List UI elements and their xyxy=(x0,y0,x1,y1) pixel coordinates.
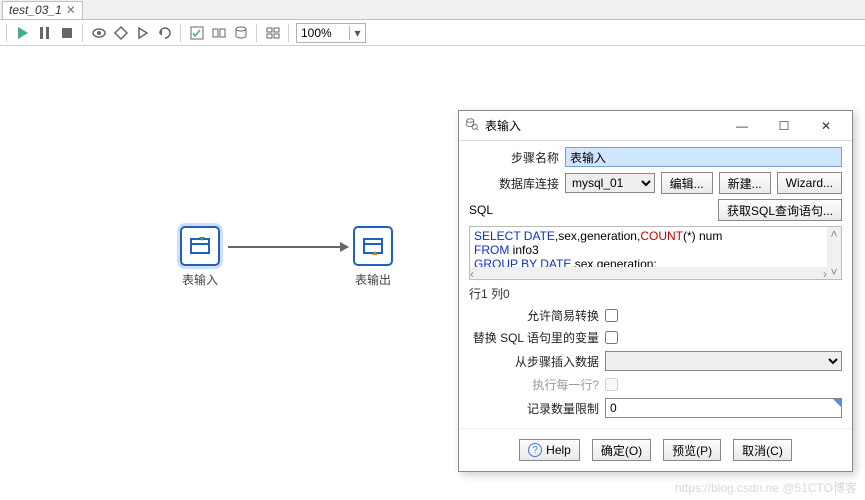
node-table-output[interactable]: 表输出 xyxy=(353,226,393,288)
exec-each-checkbox xyxy=(605,378,618,391)
dialog-titlebar[interactable]: 表输入 — ☐ ✕ xyxy=(459,111,852,141)
play-debug-icon[interactable] xyxy=(134,24,152,42)
scrollbar-horizontal[interactable]: ‹› xyxy=(470,267,827,279)
replace-vars-checkbox[interactable] xyxy=(605,331,618,344)
from-step-select[interactable] xyxy=(605,351,842,371)
help-button[interactable]: ? Help xyxy=(519,439,580,461)
table-input-icon xyxy=(180,226,220,266)
dialog-title: 表输入 xyxy=(485,117,521,134)
exec-each-label: 执行每一行? xyxy=(469,376,599,393)
debug-icon[interactable] xyxy=(112,24,130,42)
table-input-dialog: 表输入 — ☐ ✕ 步骤名称 数据库连接 mysql_01 编辑... 新建..… xyxy=(458,110,853,472)
edit-conn-button[interactable]: 编辑... xyxy=(661,172,713,194)
help-icon: ? xyxy=(528,443,542,457)
variable-indicator-icon[interactable] xyxy=(833,399,841,407)
node-label: 表输出 xyxy=(355,271,391,288)
toolbar: ▾ xyxy=(0,20,865,46)
from-step-label: 从步骤插入数据 xyxy=(469,353,599,370)
get-sql-button[interactable]: 获取SQL查询语句... xyxy=(718,199,842,221)
cancel-button[interactable]: 取消(C) xyxy=(733,439,792,461)
zoom-combo[interactable]: ▾ xyxy=(296,23,366,43)
wizard-button[interactable]: Wizard... xyxy=(777,172,842,194)
allow-simple-checkbox[interactable] xyxy=(605,309,618,322)
table-output-icon xyxy=(353,226,393,266)
check-icon[interactable] xyxy=(188,24,206,42)
impact-icon[interactable] xyxy=(210,24,228,42)
chevron-down-icon[interactable]: ▾ xyxy=(349,26,365,40)
limit-label: 记录数量限制 xyxy=(469,400,599,417)
cursor-status: 行1 列0 xyxy=(469,285,842,302)
stop-icon[interactable] xyxy=(58,24,76,42)
node-table-input[interactable]: 表输入 xyxy=(180,226,220,288)
sql-label: SQL xyxy=(469,203,493,217)
new-conn-button[interactable]: 新建... xyxy=(719,172,771,194)
step-name-label: 步骤名称 xyxy=(469,149,559,166)
scrollbar-vertical[interactable]: ˄˅ xyxy=(827,227,841,279)
step-name-input[interactable] xyxy=(565,147,842,167)
close-icon[interactable]: ✕ xyxy=(66,3,76,17)
run-icon[interactable] xyxy=(14,24,32,42)
maximize-icon[interactable]: ☐ xyxy=(764,114,804,138)
node-label: 表输入 xyxy=(182,271,218,288)
editor-tab[interactable]: test_03_1 ✕ xyxy=(2,1,83,19)
ok-button[interactable]: 确定(O) xyxy=(592,439,651,461)
minimize-icon[interactable]: — xyxy=(722,114,762,138)
sql-editor[interactable]: SELECT DATE,sex,generation,COUNT(*) num … xyxy=(469,226,842,280)
close-icon[interactable]: ✕ xyxy=(806,114,846,138)
preview-button[interactable]: 预览(P) xyxy=(663,439,721,461)
tab-label: test_03_1 xyxy=(9,3,62,17)
db-conn-select[interactable]: mysql_01 xyxy=(565,173,655,193)
db-conn-label: 数据库连接 xyxy=(469,175,559,192)
hop-arrow[interactable] xyxy=(228,246,348,248)
replace-vars-label: 替换 SQL 语句里的变量 xyxy=(469,329,599,346)
allow-simple-label: 允许简易转换 xyxy=(469,307,599,324)
pause-icon[interactable] xyxy=(36,24,54,42)
preview-icon[interactable] xyxy=(90,24,108,42)
limit-input[interactable] xyxy=(605,398,842,418)
replay-icon[interactable] xyxy=(156,24,174,42)
db-search-icon xyxy=(465,117,479,134)
zoom-input[interactable] xyxy=(297,25,349,41)
align-icon[interactable] xyxy=(264,24,282,42)
db-explore-icon[interactable] xyxy=(232,24,250,42)
